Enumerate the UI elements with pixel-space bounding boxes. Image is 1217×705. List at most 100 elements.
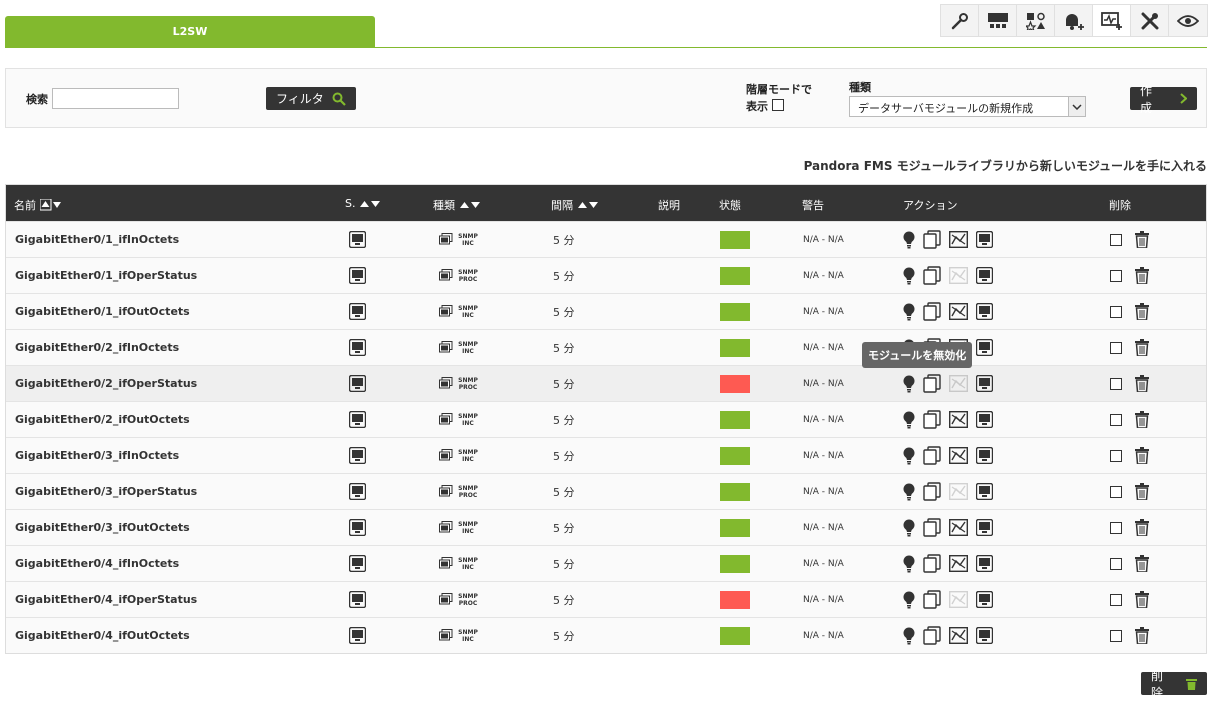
row-checkbox[interactable] bbox=[1110, 557, 1122, 570]
row-checkbox[interactable] bbox=[1110, 413, 1122, 426]
row-checkbox[interactable] bbox=[1110, 449, 1122, 462]
modules-icon[interactable] bbox=[1017, 5, 1055, 36]
sort-icon[interactable] bbox=[359, 199, 381, 209]
graph-icon[interactable] bbox=[949, 375, 968, 392]
copy-icon[interactable] bbox=[923, 374, 941, 393]
monitor-icon[interactable] bbox=[976, 519, 993, 536]
header-s[interactable]: S. bbox=[345, 197, 381, 210]
trash-icon[interactable] bbox=[1134, 447, 1150, 464]
module-name[interactable]: GigabitEther0/4_ifInOctets bbox=[15, 546, 179, 581]
lightbulb-icon[interactable] bbox=[903, 483, 915, 501]
tools-icon[interactable] bbox=[1131, 5, 1169, 36]
graph-icon[interactable] bbox=[949, 267, 968, 284]
row-checkbox[interactable] bbox=[1110, 269, 1122, 282]
type-select[interactable]: データサーバモジュールの新規作成 bbox=[849, 96, 1086, 117]
monitor-icon[interactable] bbox=[976, 447, 993, 464]
monitor-icon[interactable] bbox=[976, 375, 993, 392]
trash-icon[interactable] bbox=[1134, 231, 1150, 248]
graph-icon[interactable] bbox=[949, 591, 968, 608]
graph-icon[interactable] bbox=[949, 447, 968, 464]
module-library-link[interactable]: Pandora FMS モジュールライブラリから新しいモジュールを手に入れる bbox=[804, 157, 1207, 174]
copy-icon[interactable] bbox=[923, 446, 941, 465]
module-name[interactable]: GigabitEther0/2_ifInOctets bbox=[15, 330, 179, 365]
delete-button[interactable]: 削除 bbox=[1141, 669, 1207, 700]
wrench-icon[interactable] bbox=[941, 5, 979, 36]
sort-icon[interactable] bbox=[40, 199, 64, 211]
row-checkbox[interactable] bbox=[1110, 341, 1122, 354]
monitor-icon[interactable] bbox=[976, 267, 993, 284]
row-checkbox[interactable] bbox=[1110, 305, 1122, 318]
graph-icon[interactable] bbox=[949, 483, 968, 500]
copy-icon[interactable] bbox=[923, 590, 941, 609]
trash-icon[interactable] bbox=[1134, 519, 1150, 536]
row-checkbox[interactable] bbox=[1110, 521, 1122, 534]
search-input[interactable] bbox=[52, 88, 179, 109]
lightbulb-icon[interactable] bbox=[903, 267, 915, 285]
copy-icon[interactable] bbox=[923, 518, 941, 537]
copy-icon[interactable] bbox=[923, 626, 941, 645]
header-type[interactable]: 種類 bbox=[433, 197, 481, 213]
copy-icon[interactable] bbox=[923, 230, 941, 249]
monitor-icon[interactable] bbox=[976, 303, 993, 320]
network-icon[interactable] bbox=[979, 5, 1017, 36]
graph-icon[interactable] bbox=[949, 411, 968, 428]
monitor-plus-icon[interactable] bbox=[1093, 5, 1131, 36]
header-name[interactable]: 名前 bbox=[14, 197, 64, 213]
copy-icon[interactable] bbox=[923, 266, 941, 285]
lightbulb-icon[interactable] bbox=[903, 591, 915, 609]
create-button[interactable]: 作成 bbox=[1130, 84, 1197, 115]
bell-plus-icon[interactable] bbox=[1055, 5, 1093, 36]
monitor-icon[interactable] bbox=[976, 627, 993, 644]
hierarchy-checkbox[interactable] bbox=[772, 99, 784, 111]
monitor-icon[interactable] bbox=[976, 411, 993, 428]
row-checkbox[interactable] bbox=[1110, 377, 1122, 390]
trash-icon[interactable] bbox=[1134, 303, 1150, 320]
lightbulb-icon[interactable] bbox=[903, 303, 915, 321]
copy-icon[interactable] bbox=[923, 482, 941, 501]
row-checkbox[interactable] bbox=[1110, 233, 1122, 246]
trash-icon[interactable] bbox=[1134, 375, 1150, 392]
module-name[interactable]: GigabitEther0/1_ifInOctets bbox=[15, 222, 179, 257]
graph-icon[interactable] bbox=[949, 303, 968, 320]
header-interval[interactable]: 間隔 bbox=[551, 197, 599, 213]
trash-icon[interactable] bbox=[1134, 483, 1150, 500]
module-name[interactable]: GigabitEther0/4_ifOutOctets bbox=[15, 618, 190, 653]
trash-icon[interactable] bbox=[1134, 339, 1150, 356]
copy-icon[interactable] bbox=[923, 554, 941, 573]
module-name[interactable]: GigabitEther0/2_ifOutOctets bbox=[15, 402, 190, 437]
module-name[interactable]: GigabitEther0/1_ifOutOctets bbox=[15, 294, 190, 329]
monitor-icon[interactable] bbox=[976, 339, 993, 356]
lightbulb-icon[interactable] bbox=[903, 627, 915, 645]
graph-icon[interactable] bbox=[949, 231, 968, 248]
monitor-icon[interactable] bbox=[976, 555, 993, 572]
lightbulb-icon[interactable] bbox=[903, 519, 915, 537]
monitor-icon[interactable] bbox=[976, 231, 993, 248]
lightbulb-icon[interactable] bbox=[903, 375, 915, 393]
sort-icon[interactable] bbox=[577, 200, 599, 210]
module-name[interactable]: GigabitEther0/4_ifOperStatus bbox=[15, 582, 197, 617]
row-checkbox[interactable] bbox=[1110, 629, 1122, 642]
copy-icon[interactable] bbox=[923, 410, 941, 429]
lightbulb-icon[interactable] bbox=[903, 447, 915, 465]
eye-icon[interactable] bbox=[1169, 5, 1207, 36]
trash-icon[interactable] bbox=[1134, 411, 1150, 428]
module-name[interactable]: GigabitEther0/3_ifOperStatus bbox=[15, 474, 197, 509]
trash-icon[interactable] bbox=[1134, 627, 1150, 644]
graph-icon[interactable] bbox=[949, 519, 968, 536]
lightbulb-icon[interactable] bbox=[903, 231, 915, 249]
filter-button[interactable]: フィルタ bbox=[266, 87, 356, 110]
tab-l2sw[interactable]: L2SW bbox=[5, 16, 375, 47]
module-name[interactable]: GigabitEther0/2_ifOperStatus bbox=[15, 366, 197, 401]
trash-icon[interactable] bbox=[1134, 267, 1150, 284]
copy-icon[interactable] bbox=[923, 302, 941, 321]
sort-icon[interactable] bbox=[459, 200, 481, 210]
trash-icon[interactable] bbox=[1134, 555, 1150, 572]
monitor-icon[interactable] bbox=[976, 591, 993, 608]
lightbulb-icon[interactable] bbox=[903, 555, 915, 573]
lightbulb-icon[interactable] bbox=[903, 411, 915, 429]
trash-icon[interactable] bbox=[1134, 591, 1150, 608]
graph-icon[interactable] bbox=[949, 555, 968, 572]
module-name[interactable]: GigabitEther0/1_ifOperStatus bbox=[15, 258, 197, 293]
module-name[interactable]: GigabitEther0/3_ifOutOctets bbox=[15, 510, 190, 545]
row-checkbox[interactable] bbox=[1110, 485, 1122, 498]
